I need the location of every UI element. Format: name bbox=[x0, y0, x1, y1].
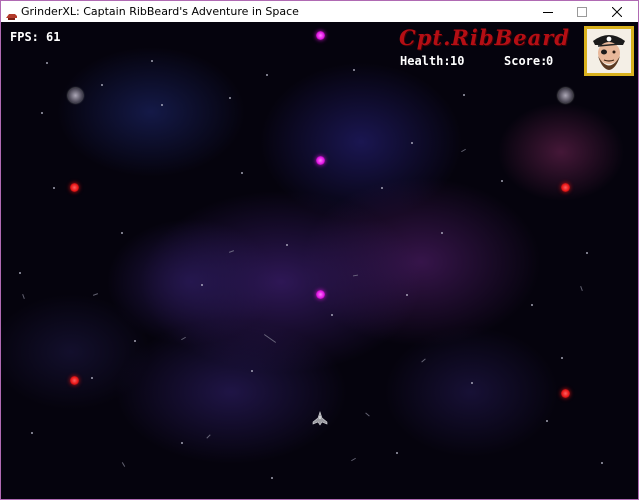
star bbox=[134, 340, 136, 342]
fps-value: 61 bbox=[46, 30, 61, 44]
minimize-button[interactable] bbox=[533, 1, 563, 22]
star bbox=[501, 180, 503, 182]
star bbox=[561, 357, 563, 359]
pirate-avatar-icon bbox=[587, 29, 631, 73]
app-icon bbox=[6, 7, 17, 20]
space-debris bbox=[263, 334, 277, 343]
star bbox=[471, 382, 473, 384]
player-ship bbox=[312, 411, 328, 427]
star bbox=[531, 304, 533, 306]
enemy-orb-magenta bbox=[316, 156, 325, 165]
star bbox=[181, 442, 183, 444]
enemy-turret bbox=[68, 88, 83, 103]
star bbox=[251, 370, 253, 372]
star bbox=[406, 294, 408, 296]
space-debris bbox=[22, 293, 25, 300]
star bbox=[463, 94, 465, 96]
minimize-icon bbox=[543, 11, 553, 13]
space-debris bbox=[365, 412, 370, 417]
space-debris bbox=[206, 434, 211, 439]
window-title: GrinderXL: Captain RibBeard's Adventure … bbox=[21, 5, 299, 18]
star bbox=[241, 172, 243, 174]
star bbox=[46, 62, 48, 64]
health-label: Health: bbox=[400, 54, 451, 68]
space-debris bbox=[92, 293, 99, 296]
star bbox=[601, 462, 603, 464]
enemy-orb-red bbox=[561, 389, 570, 398]
star bbox=[396, 452, 398, 454]
score-label: Score: bbox=[504, 54, 548, 68]
close-icon bbox=[612, 6, 622, 17]
title-bar[interactable]: GrinderXL: Captain RibBeard's Adventure … bbox=[1, 1, 638, 22]
star bbox=[546, 420, 548, 422]
maximize-icon bbox=[577, 6, 587, 17]
star bbox=[41, 112, 43, 114]
fps-label: FPS: bbox=[10, 30, 39, 44]
star bbox=[201, 284, 203, 286]
space-debris bbox=[228, 250, 235, 253]
star bbox=[229, 97, 231, 99]
game-logo: Cpt.RibBeard bbox=[399, 25, 570, 50]
game-canvas[interactable]: FPS: 61 Cpt.RibBeard Health: 10 Score: 0 bbox=[1, 22, 638, 499]
close-button[interactable] bbox=[602, 1, 632, 22]
game-window: GrinderXL: Captain RibBeard's Adventure … bbox=[0, 0, 639, 500]
space-debris bbox=[421, 358, 426, 363]
star bbox=[381, 187, 383, 189]
star bbox=[121, 232, 123, 234]
maximize-button[interactable] bbox=[567, 1, 597, 22]
star bbox=[441, 232, 443, 234]
enemy-orb-red bbox=[70, 183, 79, 192]
score-value: 0 bbox=[546, 54, 554, 68]
enemy-orb-red bbox=[70, 376, 79, 385]
star bbox=[331, 314, 333, 316]
star bbox=[161, 104, 163, 106]
space-debris bbox=[352, 274, 359, 277]
space-debris bbox=[351, 457, 356, 462]
enemy-orb-magenta bbox=[316, 31, 325, 40]
enemy-turret bbox=[558, 88, 573, 103]
health-value: 10 bbox=[450, 54, 465, 68]
star bbox=[411, 142, 413, 144]
star bbox=[286, 244, 288, 246]
star bbox=[91, 377, 93, 379]
star bbox=[151, 60, 153, 62]
star bbox=[266, 74, 268, 76]
spaceship-icon bbox=[312, 411, 328, 426]
space-debris bbox=[580, 285, 583, 292]
star bbox=[586, 252, 588, 254]
enemy-orb-magenta bbox=[316, 290, 325, 299]
star bbox=[271, 477, 273, 479]
space-debris bbox=[461, 148, 466, 153]
enemy-orb-red bbox=[561, 183, 570, 192]
star bbox=[53, 187, 55, 189]
star bbox=[101, 84, 103, 86]
captain-portrait bbox=[584, 26, 634, 76]
star bbox=[19, 272, 21, 274]
space-debris bbox=[121, 462, 126, 467]
star bbox=[353, 69, 355, 71]
space-debris bbox=[181, 336, 186, 341]
star bbox=[31, 432, 33, 434]
